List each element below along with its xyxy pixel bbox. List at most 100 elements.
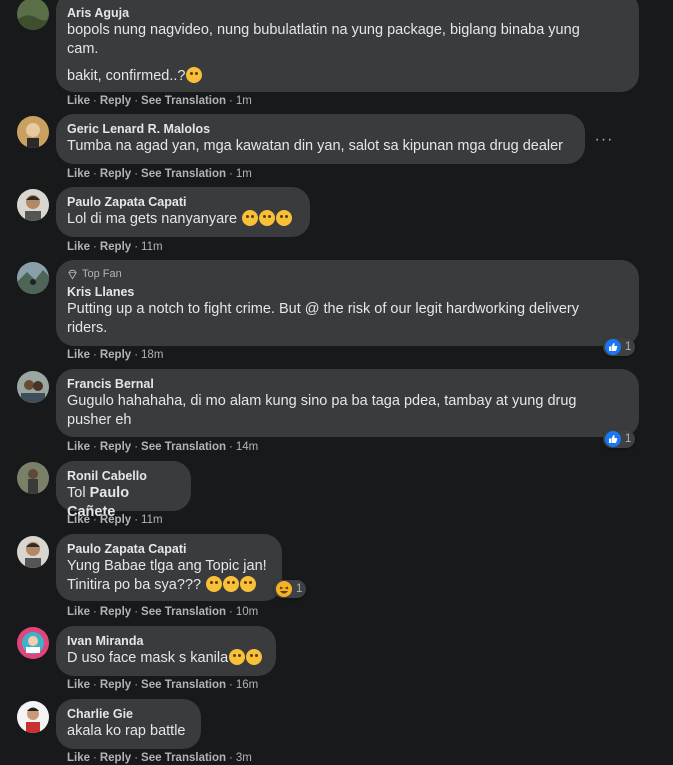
comment-geric: Geric Lenard R. Malolos Tumba na agad ya… [0,114,673,184]
comment-text: Tumba na agad yan, mga kawatan din yan, … [67,138,563,154]
comment-author[interactable]: Ivan Miranda [67,633,264,649]
avatar[interactable] [17,189,49,221]
comment-actions: Like · Reply · 11m [67,514,163,526]
see-translation-link[interactable]: See Translation [141,679,226,691]
reaction-summary[interactable]: 1 [603,338,636,356]
comment-actions: Like · Reply · See Translation · 1m [67,168,252,180]
comment-author[interactable]: Kris Llanes [67,284,627,300]
reply-link[interactable]: Reply [100,95,131,107]
like-icon [605,339,621,355]
comment-actions: Like · Reply · See Translation · 14m [67,441,259,453]
sweat-smile-emoji-icon [242,210,259,226]
avatar[interactable] [17,462,49,494]
more-options-button[interactable]: ··· [590,130,618,150]
comment-time[interactable]: 10m [236,606,258,618]
comment-text: bopols nung nagvideo, nung bubulatlatin … [67,22,580,57]
comment-author[interactable]: Ronil Cabello [67,468,179,484]
comment-author[interactable]: Charlie Gie [67,706,189,722]
rofl-emoji-icon [186,67,203,83]
mask-emoji-icon [229,649,246,665]
comment-actions: Like · Reply · 18m [67,349,164,361]
comment-author[interactable]: Paulo Zapata Capati [67,541,270,557]
like-link[interactable]: Like [67,95,90,107]
avatar[interactable] [17,262,49,294]
comment-text: D uso face mask s kanila [67,649,264,668]
sweat-smile-emoji-icon [259,210,276,226]
comment-text: Putting up a notch to fight crime. But @… [67,301,579,336]
comment-text: Lol di ma gets nanyanyare [67,210,298,229]
comment-feed: Aris Aguja bopols nung nagvideo, nung bu… [0,0,673,765]
see-translation-link[interactable]: See Translation [141,752,226,764]
reply-link[interactable]: Reply [100,679,131,691]
comment-bubble: Ivan Miranda D uso face mask s kanila [56,626,276,676]
like-link[interactable]: Like [67,168,90,180]
comment-ivan-miranda: Ivan Miranda D uso face mask s kanila Li… [0,626,673,696]
comment-author[interactable]: Francis Bernal [67,376,627,392]
like-link[interactable]: Like [67,606,90,618]
comment-text: Yung Babae tlga ang Topic jan! Tinitira … [67,558,267,593]
comment-time[interactable]: 16m [236,679,258,691]
comment-actions: Like · Reply · See Translation · 16m [67,679,259,691]
avatar[interactable] [17,116,49,148]
comment-bubble: Geric Lenard R. Malolos Tumba na agad ya… [56,114,585,164]
comment-actions: Like · Reply · See Translation · 1m [67,95,252,107]
thinking-emoji-icon [206,576,223,592]
reply-link[interactable]: Reply [100,514,131,526]
comment-paulo-2: Paulo Zapata Capati Yung Babae tlga ang … [0,534,673,622]
comment-actions: Like · Reply · See Translation · 3m [67,752,252,764]
comment-bubble: Ronil Cabello Tol Paulo Cañete [56,461,191,520]
thinking-emoji-icon [240,576,257,592]
like-link[interactable]: Like [67,241,90,253]
reaction-summary[interactable]: 1 [274,580,307,598]
comment-text: bakit, confirmed..? [67,67,627,86]
reaction-count: 1 [625,341,632,353]
avatar[interactable] [17,0,49,30]
avatar[interactable] [17,627,49,659]
see-translation-link[interactable]: See Translation [141,95,226,107]
see-translation-link[interactable]: See Translation [141,441,226,453]
mask-emoji-icon [246,649,263,665]
comment-author[interactable]: Paulo Zapata Capati [67,194,298,210]
comment-time[interactable]: 1m [236,95,252,107]
comment-kris-llanes: Top Fan Kris Llanes Putting up a notch t… [0,260,673,365]
haha-icon [276,581,292,597]
reply-link[interactable]: Reply [100,441,131,453]
reply-link[interactable]: Reply [100,752,131,764]
reply-link[interactable]: Reply [100,168,131,180]
comment-time[interactable]: 3m [236,752,252,764]
comment-bubble: Top Fan Kris Llanes Putting up a notch t… [56,260,639,346]
comment-time[interactable]: 14m [236,441,258,453]
comment-time[interactable]: 11m [141,241,163,253]
avatar[interactable] [17,701,49,733]
comment-actions: Like · Reply · 11m [67,241,163,253]
thinking-emoji-icon [223,576,240,592]
like-link[interactable]: Like [67,441,90,453]
comment-time[interactable]: 11m [141,514,163,526]
top-fan-diamond-icon [68,269,77,279]
comment-text: akala ko rap battle [67,723,186,739]
comment-time[interactable]: 1m [236,168,252,180]
reaction-count: 1 [625,433,632,445]
comment-bubble: Paulo Zapata Capati Lol di ma gets nanya… [56,187,310,237]
comment-author[interactable]: Geric Lenard R. Malolos [67,121,573,137]
avatar[interactable] [17,536,49,568]
avatar[interactable] [17,371,49,403]
comment-actions: Like · Reply · See Translation · 10m [67,606,259,618]
like-link[interactable]: Like [67,514,90,526]
more-icon: ··· [594,131,614,148]
see-translation-link[interactable]: See Translation [141,168,226,180]
reply-link[interactable]: Reply [100,241,131,253]
comment-author[interactable]: Aris Aguja [67,5,627,21]
see-translation-link[interactable]: See Translation [141,606,226,618]
comment-aris-aguja: Aris Aguja bopols nung nagvideo, nung bu… [0,0,673,110]
like-link[interactable]: Like [67,349,90,361]
comment-time[interactable]: 18m [141,349,163,361]
reaction-summary[interactable]: 1 [603,430,636,448]
top-fan-badge[interactable]: Top Fan [67,267,627,281]
like-link[interactable]: Like [67,679,90,691]
reply-link[interactable]: Reply [100,606,131,618]
comment-text: Gugulo hahahaha, di mo alam kung sino pa… [67,393,577,428]
like-link[interactable]: Like [67,752,90,764]
reply-link[interactable]: Reply [100,349,131,361]
comment-francis-bernal: Francis Bernal Gugulo hahahaha, di mo al… [0,369,673,459]
